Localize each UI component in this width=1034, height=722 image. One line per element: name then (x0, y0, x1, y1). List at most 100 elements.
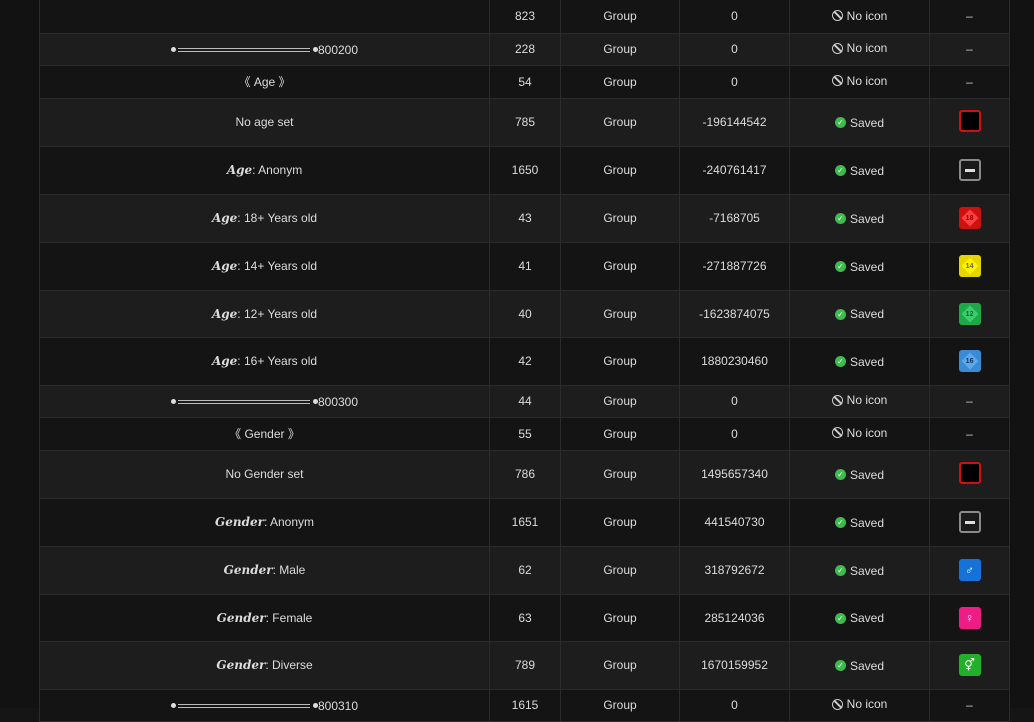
divider-text: 800200 (317, 42, 359, 57)
age-12-icon[interactable]: 12 (958, 302, 981, 325)
icon-status-cell: No icon (789, 417, 930, 451)
icon-preview-cell[interactable]: 18 (929, 194, 1010, 243)
diverse-symbol-icon[interactable]: ⚥ (958, 654, 981, 676)
empty-group-icon[interactable] (958, 461, 981, 484)
group-type-cell: Group (560, 594, 680, 642)
group-name-cell: 800200 (39, 33, 490, 66)
icon-status-cell: No icon (789, 385, 930, 418)
group-id-cell: 55 (489, 417, 561, 451)
icon-preview-cell[interactable]: – (929, 689, 1010, 722)
group-category: Gender (223, 563, 273, 577)
table-row[interactable]: No age set 785 Group -196144542 ✓ Saved (39, 98, 1010, 147)
group-type-cell: Group (560, 98, 680, 147)
group-id-cell: 823 (489, 0, 561, 34)
icon-preview-cell[interactable]: – (929, 0, 1010, 34)
icon-preview-cell[interactable]: ⚥ (929, 641, 1010, 690)
anonym-minus-icon[interactable] (958, 511, 981, 533)
icon-preview-cell[interactable]: ♂ (929, 546, 1010, 595)
divider-label: 800200 (170, 42, 359, 57)
group-value: : 18+ Years old (237, 211, 318, 225)
group-id-cell: 54 (489, 65, 561, 99)
group-name-cell: Gender: Male (39, 546, 490, 595)
table-row[interactable]: Age: 18+ Years old 43 Group -7168705 ✓ Saved 1… (39, 194, 1010, 243)
icon-preview-cell[interactable] (929, 450, 1010, 499)
table-row[interactable]: Age: Anonym 1650 Group -240761417 ✓ Saved (39, 146, 1010, 195)
sort-id-cell: -271887726 (679, 242, 790, 291)
icon-preview-cell[interactable]: 12 (929, 290, 1010, 338)
status-saved: ✓ Saved (834, 307, 884, 321)
age-16-icon[interactable]: 16 (958, 350, 981, 372)
sort-id-cell: 0 (679, 33, 790, 66)
group-id-cell: 43 (489, 194, 561, 243)
icon-preview-cell[interactable]: – (929, 385, 1010, 418)
group-value: : Female (265, 610, 313, 625)
group-name-cell: 800310 (39, 689, 490, 722)
check-circle-icon: ✓ (834, 213, 846, 225)
status-saved: ✓ Saved (834, 515, 885, 530)
group-type-cell: Group (560, 546, 680, 595)
group-type-cell: Group (560, 65, 680, 99)
icon-preview-cell[interactable] (929, 498, 1010, 547)
no-icon-dash: – (966, 426, 973, 441)
server-groups-table-container: 823 Group 0 No icon –800200 228 Group 0 No icon –… (39, 0, 1010, 722)
group-type-cell: Group (560, 290, 680, 338)
icon-preview-cell[interactable] (929, 98, 1010, 147)
group-category: Gender (216, 610, 266, 625)
group-value: : 14+ Years old (237, 259, 318, 273)
prohibited-icon (831, 75, 843, 87)
table-row[interactable]: 《 Gender 》 55 Group 0 No icon – (39, 417, 1010, 451)
group-name-cell: Age: 12+ Years old (39, 290, 490, 338)
icon-status-cell: No icon (789, 689, 930, 722)
sort-id-cell: -196144542 (679, 98, 790, 147)
table-row[interactable]: 800200 228 Group 0 No icon – (39, 33, 1010, 66)
table-row[interactable]: Gender: Anonym 1651 Group 441540730 ✓ Saved (39, 498, 1010, 547)
age-14-icon[interactable]: 14 (958, 255, 981, 277)
icon-preview-cell[interactable] (929, 146, 1010, 195)
table-row[interactable]: 800310 1615 Group 0 No icon – (39, 689, 1010, 722)
check-circle-icon: ✓ (834, 117, 846, 129)
empty-group-icon[interactable] (958, 109, 981, 132)
group-name-cell: 《 Gender 》 (39, 417, 490, 451)
icon-preview-cell[interactable]: – (929, 33, 1010, 66)
group-id-cell: 789 (489, 641, 561, 690)
group-name-cell: Age: 14+ Years old (39, 242, 490, 291)
male-symbol-icon[interactable]: ♂ (958, 559, 981, 581)
check-circle-icon: ✓ (834, 612, 846, 624)
status-text: Saved (849, 515, 885, 530)
left-gutter (0, 0, 39, 708)
table-row[interactable]: Age: 16+ Years old 42 Group 1880230460 ✓ Save… (39, 337, 1010, 386)
age-badge-text: 14 (965, 262, 974, 270)
table-row[interactable]: No Gender set 786 Group 1495657340 ✓ Saved (39, 450, 1010, 499)
anonym-minus-icon[interactable] (958, 159, 981, 181)
group-id-cell: 40 (489, 290, 561, 338)
group-name-cell: Gender: Diverse (39, 641, 490, 690)
group-name-cell: Gender: Female (39, 594, 490, 642)
sort-id-cell: 285124036 (679, 594, 790, 642)
group-value: : Anonym (263, 515, 314, 529)
table-row[interactable]: 《 Age 》 54 Group 0 No icon – (39, 65, 1010, 99)
icon-preview-cell[interactable]: ♀ (929, 594, 1010, 642)
female-symbol-icon[interactable]: ♀ (958, 606, 981, 629)
table-row[interactable]: Age: 12+ Years old 40 Group -1623874075 ✓ Sav… (39, 290, 1010, 338)
icon-status-cell: ✓ Saved (789, 242, 930, 291)
icon-preview-cell[interactable]: 16 (929, 337, 1010, 386)
table-row[interactable]: Gender: Diverse 789 Group 1670159952 ✓ Saved ⚥ (39, 641, 1010, 690)
icon-preview-cell[interactable]: – (929, 65, 1010, 99)
icon-preview-cell[interactable]: – (929, 417, 1010, 451)
table-row[interactable]: 823 Group 0 No icon – (39, 0, 1010, 34)
group-id-cell: 1650 (489, 146, 561, 195)
table-row[interactable]: Gender: Female 63 Group 285124036 ✓ Saved ♀ (39, 594, 1010, 642)
status-saved: ✓ Saved (834, 659, 884, 673)
icon-preview-cell[interactable]: 14 (929, 242, 1010, 291)
table-row[interactable]: Age: 14+ Years old 41 Group -271887726 ✓ Save… (39, 242, 1010, 291)
group-type-cell: Group (560, 0, 680, 34)
status-text: Saved (849, 467, 885, 482)
check-circle-icon: ✓ (834, 469, 846, 481)
group-type-cell: Group (560, 417, 680, 451)
age-18-icon[interactable]: 18 (958, 207, 981, 229)
group-name-cell: Age: 18+ Years old (39, 194, 490, 243)
check-circle-icon: ✓ (834, 261, 846, 273)
table-row[interactable]: 800300 44 Group 0 No icon – (39, 385, 1010, 418)
icon-status-cell: No icon (789, 0, 930, 34)
table-row[interactable]: Gender: Male 62 Group 318792672 ✓ Saved ♂ (39, 546, 1010, 595)
